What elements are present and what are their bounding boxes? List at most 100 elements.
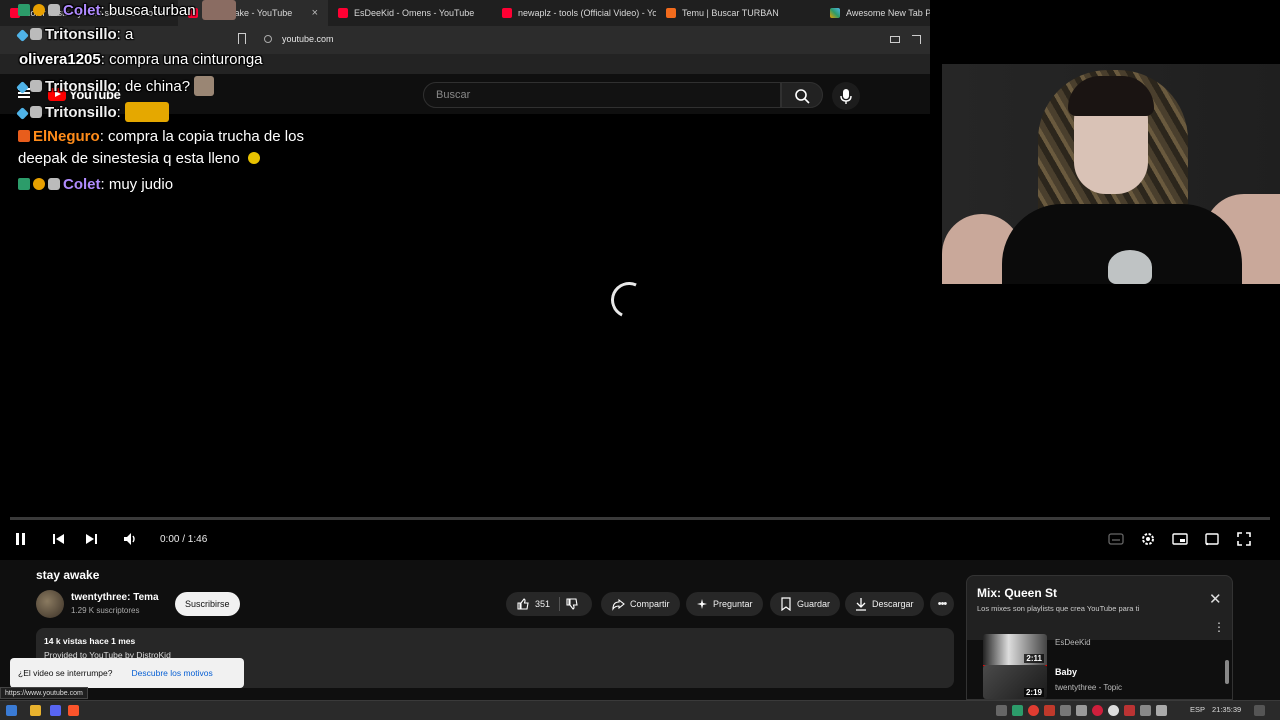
temu-favicon-icon (666, 8, 676, 18)
browser-tab[interactable]: EsDeeKid - Omens - YouTube (328, 0, 492, 26)
toast-question: ¿El video se interrumpe? (18, 668, 113, 678)
brave-browser-icon[interactable] (68, 705, 79, 716)
file-explorer-icon[interactable] (30, 705, 41, 716)
save-label: Guardar (797, 599, 831, 609)
streamer-webcam (942, 64, 1280, 284)
webcam-hair (1068, 76, 1154, 116)
moderator-badge-icon (16, 81, 29, 94)
next-icon[interactable] (84, 531, 98, 547)
subtitles-icon[interactable] (1108, 531, 1124, 547)
tray-icon[interactable] (1028, 705, 1039, 716)
save-button[interactable]: Guardar (770, 592, 841, 616)
bookmark-icon[interactable] (238, 33, 246, 44)
tab-label: newaplz - tools (Official Video) - You (518, 8, 656, 18)
subscribe-button[interactable]: Suscribirse (175, 592, 240, 616)
tab-label: Temu | Buscar TURBAN (682, 8, 779, 18)
discord-icon[interactable] (50, 705, 61, 716)
scrollbar-thumb[interactable] (1225, 660, 1229, 684)
playlist-item[interactable]: 2:11 EsDeeKid (983, 634, 1213, 668)
mix-title[interactable]: Mix: Queen St (977, 586, 1057, 600)
tray-icon[interactable] (996, 705, 1007, 716)
channel-name[interactable]: twentythree: Tema (71, 592, 159, 603)
tray-icon[interactable] (1044, 705, 1055, 716)
moderator-badge-icon (16, 29, 29, 42)
chat-text: : muy judio (100, 176, 174, 193)
pause-icon[interactable] (14, 531, 28, 547)
video-channel: EsDeeKid (1055, 638, 1091, 647)
browser-tab[interactable]: Temu | Buscar TURBAN (656, 0, 820, 26)
windows-start-icon[interactable] (6, 705, 17, 716)
share-button[interactable]: Compartir (601, 592, 680, 616)
youtube-favicon-icon (338, 8, 348, 18)
tray-icon[interactable] (1076, 705, 1087, 716)
volume-tray-icon[interactable] (1156, 705, 1167, 716)
chat-username: Tritonsillo (45, 104, 117, 121)
kick-badge-icon (18, 130, 30, 142)
ask-label: Preguntar (713, 599, 753, 609)
cast-icon[interactable] (1204, 531, 1220, 547)
toast-link[interactable]: Descubre los motivos (132, 668, 213, 678)
search-button[interactable] (781, 82, 823, 108)
url-text[interactable]: youtube.com (282, 34, 334, 44)
close-icon[interactable]: ✕ (1209, 590, 1222, 608)
ask-button[interactable]: Preguntar (686, 592, 763, 616)
chat-badge-icon (48, 178, 60, 190)
chat-text: : compra la copia trucha de los (99, 128, 304, 145)
chat-username: Colet (63, 2, 101, 19)
time-display: 0:00 / 1:46 (160, 534, 208, 545)
gift-badge-icon (33, 178, 45, 190)
chat-text: : de china? (116, 78, 191, 95)
bookmark-save-icon (781, 597, 791, 611)
tray-icon[interactable] (1092, 705, 1103, 716)
progress-bar[interactable] (10, 517, 1270, 520)
close-tab-icon[interactable]: × (312, 7, 318, 19)
voice-search-button[interactable] (832, 82, 860, 110)
video-title: Baby (1055, 667, 1078, 677)
search-placeholder: Buscar (436, 89, 471, 101)
chat-badge-icon (30, 28, 42, 40)
site-info-icon[interactable] (264, 35, 272, 43)
playlist-item[interactable]: 2:19 Baby twentythree - Topic (983, 665, 1213, 699)
volume-icon[interactable] (122, 531, 138, 547)
fullscreen-icon[interactable] (1236, 531, 1252, 547)
like-count[interactable]: 351 (535, 599, 550, 609)
chat-message: Tritonsillo: (16, 102, 170, 122)
previous-icon[interactable] (52, 531, 66, 547)
chat-text: : a (116, 26, 134, 43)
system-clock[interactable]: 21:35:39 (1212, 705, 1241, 714)
channel-avatar[interactable] (36, 590, 64, 618)
browser-tab[interactable]: Awesome New Tab Page (820, 0, 930, 26)
video-title: stay awake (36, 568, 100, 582)
search-input[interactable]: Buscar (423, 82, 781, 108)
thumbs-down-icon[interactable] (565, 597, 579, 611)
network-icon[interactable] (1140, 705, 1151, 716)
subscriber-badge-icon (18, 4, 30, 16)
download-label: Descargar (872, 599, 914, 609)
chat-message: Tritonsillo: a (16, 26, 134, 43)
chat-text: : busca turban (100, 2, 196, 19)
emote-car-icon (125, 102, 170, 122)
video-duration: 2:19 (1023, 688, 1044, 697)
chat-message: Tritonsillo: de china? (16, 76, 215, 96)
browser-tab[interactable]: newaplz - tools (Official Video) - You (492, 0, 656, 26)
language-indicator[interactable]: ESP (1190, 705, 1205, 714)
cast-icon[interactable] (890, 36, 900, 43)
notifications-icon[interactable] (1254, 705, 1265, 716)
download-button[interactable]: Descargar (845, 592, 924, 616)
more-vertical-icon[interactable]: ⋮ (1213, 620, 1225, 634)
chat-username: olivera1205 (19, 51, 101, 68)
miniplayer-icon[interactable] (1172, 531, 1188, 547)
tray-icon[interactable] (1060, 705, 1071, 716)
tray-icon[interactable] (1108, 705, 1119, 716)
mix-list: 2:11 EsDeeKid 2:19 Baby twentythree - To… (967, 634, 1232, 699)
tray-icon[interactable] (1012, 705, 1023, 716)
grid-favicon-icon (830, 8, 840, 18)
share-icon[interactable] (912, 35, 921, 44)
chat-text: deepak de sinestesia q esta lleno (18, 150, 240, 167)
more-actions-button[interactable]: ••• (930, 592, 954, 616)
thumbs-up-icon[interactable] (516, 597, 530, 611)
mix-subtitle: Los mixes son playlists que crea YouTube… (977, 604, 1140, 613)
sparkle-icon (697, 599, 707, 609)
settings-gear-icon[interactable] (1140, 531, 1156, 547)
tray-icon[interactable] (1124, 705, 1135, 716)
